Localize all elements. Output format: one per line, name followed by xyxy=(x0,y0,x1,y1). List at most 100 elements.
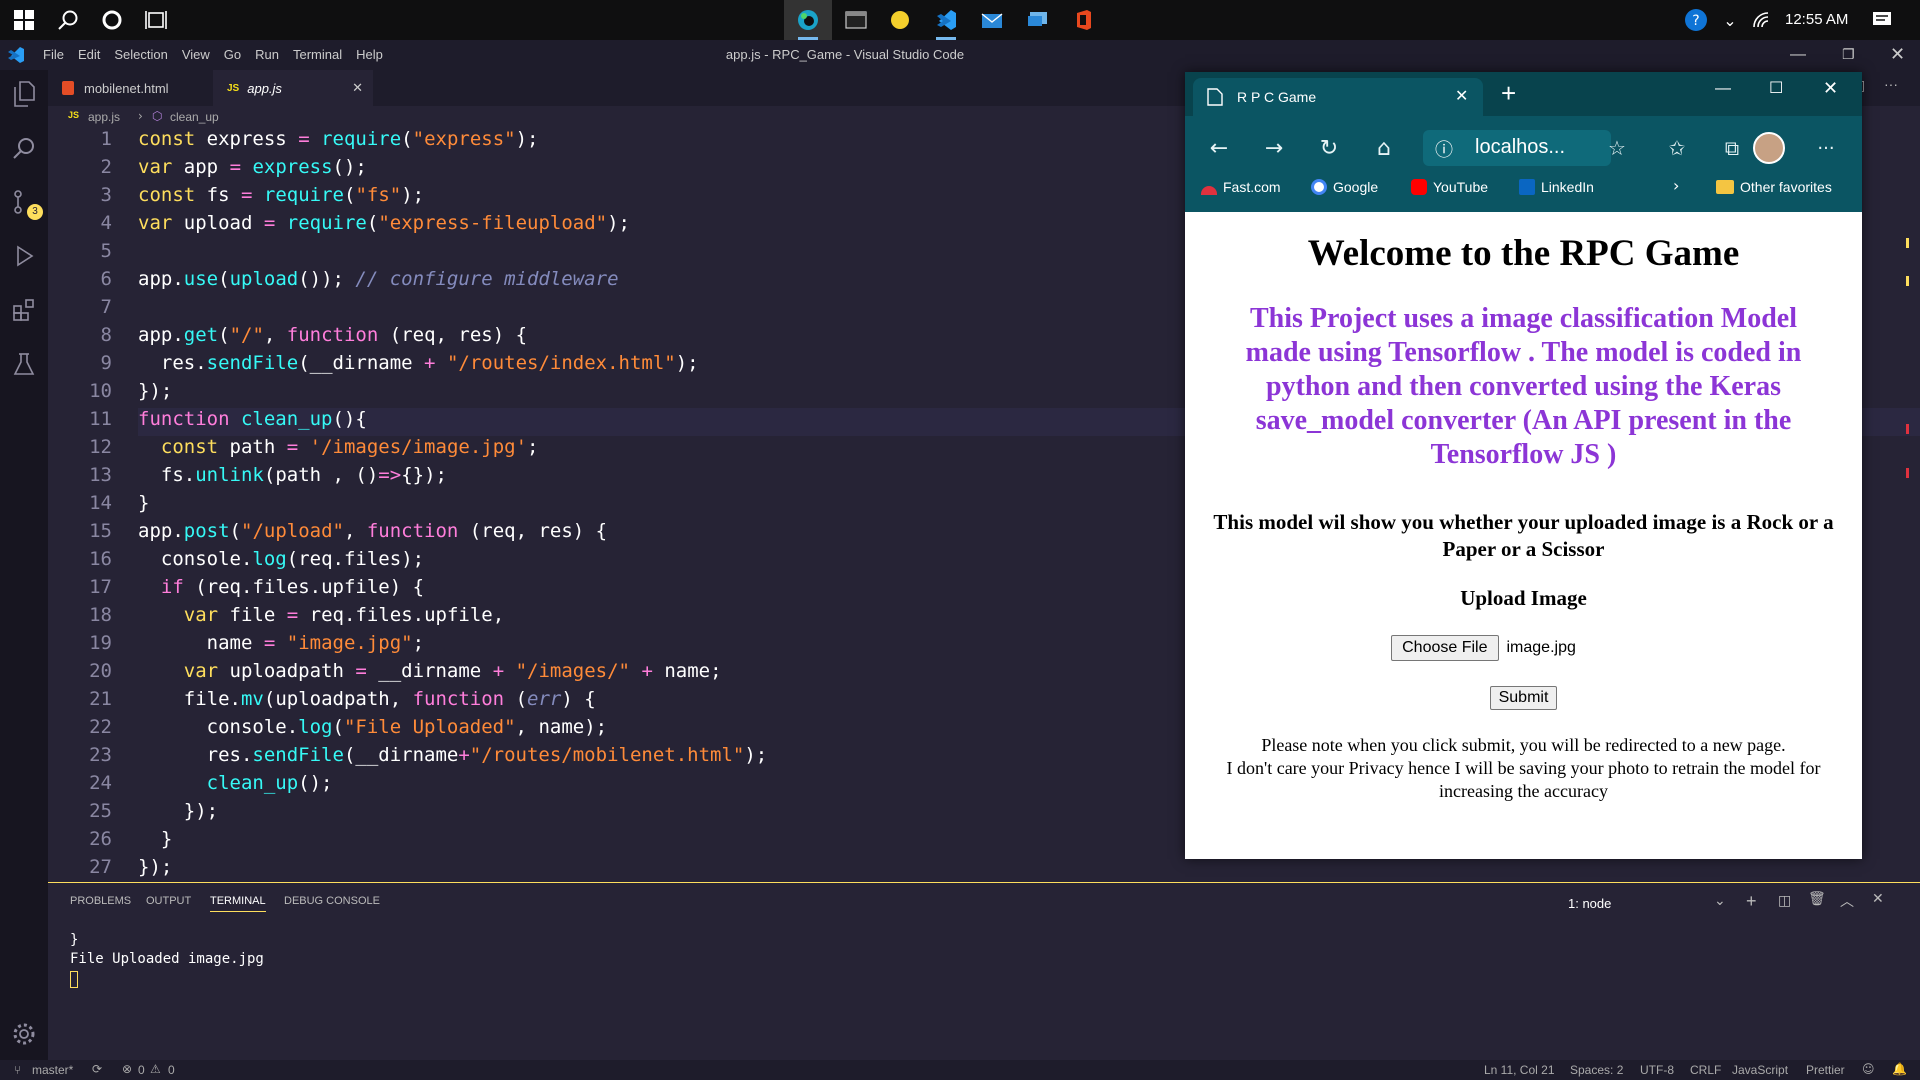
cortana-icon[interactable] xyxy=(88,0,136,40)
favorite-youtube[interactable]: YouTube xyxy=(1411,179,1488,195)
sync-icon[interactable]: ⟳ xyxy=(92,1062,102,1076)
settings-gear-icon[interactable] xyxy=(0,1010,48,1058)
code-line[interactable]: }); xyxy=(138,377,172,405)
code-line[interactable]: function clean_up(){ xyxy=(138,405,367,433)
testing-flask-icon[interactable] xyxy=(0,340,48,388)
favorite-fast-com[interactable]: Fast.com xyxy=(1201,179,1281,195)
search-icon[interactable] xyxy=(44,0,92,40)
submit-button[interactable]: Submit xyxy=(1489,686,1558,710)
code-line[interactable]: const express = require("express"); xyxy=(138,125,538,153)
code-line[interactable]: const path = '/images/image.jpg'; xyxy=(138,433,539,461)
code-line[interactable]: app.use(upload()); // configure middlewa… xyxy=(138,265,619,293)
indentation[interactable]: Spaces: 2 xyxy=(1570,1063,1623,1077)
extensions-icon[interactable] xyxy=(0,286,48,334)
branch-name[interactable]: master* xyxy=(32,1063,73,1077)
code-line[interactable]: app.get("/", function (req, res) { xyxy=(138,321,527,349)
split-terminal-icon[interactable]: ◫ xyxy=(1778,893,1791,909)
browser-close-button[interactable]: ✕ xyxy=(1823,78,1838,99)
source-control-icon[interactable]: 3 xyxy=(0,178,48,226)
windows-start-icon[interactable] xyxy=(0,0,48,40)
line-ending[interactable]: CRLF xyxy=(1690,1063,1721,1077)
encoding[interactable]: UTF-8 xyxy=(1640,1063,1674,1077)
favorite-linkedin[interactable]: LinkedIn xyxy=(1519,179,1594,195)
code-line[interactable]: console.log("File Uploaded", name); xyxy=(138,713,607,741)
chevron-down-icon[interactable]: ⌄ xyxy=(1714,893,1726,909)
new-terminal-icon[interactable]: + xyxy=(1746,891,1757,912)
maximize-panel-icon[interactable]: ︿ xyxy=(1840,891,1854,911)
remote-desktop-icon[interactable] xyxy=(1014,0,1062,40)
tab-debug-console[interactable]: DEBUG CONSOLE xyxy=(284,895,380,907)
trash-icon[interactable]: 🗑 xyxy=(1808,891,1826,907)
tab-output[interactable]: OUTPUT xyxy=(146,895,191,907)
browser-tab[interactable]: R P C Game ✕ xyxy=(1193,78,1483,116)
edge-browser-icon[interactable] xyxy=(784,0,832,40)
task-view-icon[interactable] xyxy=(132,0,180,40)
tab-mobilenet-html[interactable]: mobilenet.html xyxy=(48,70,213,106)
feedback-icon[interactable]: ☺ xyxy=(1862,1062,1875,1076)
run-debug-icon[interactable] xyxy=(0,232,48,280)
chevron-right-icon[interactable]: › xyxy=(1673,176,1679,195)
code-line[interactable]: }); xyxy=(138,797,218,825)
prettier-status[interactable]: Prettier xyxy=(1806,1063,1845,1077)
info-icon[interactable]: ⓘ xyxy=(1435,136,1453,162)
restore-button[interactable]: ❐ xyxy=(1842,40,1855,70)
breadcrumb-file[interactable]: app.js xyxy=(88,110,120,124)
profile-avatar[interactable] xyxy=(1753,132,1785,164)
mail-icon[interactable] xyxy=(968,0,1016,40)
other-favorites[interactable]: Other favorites xyxy=(1716,179,1832,195)
code-line[interactable]: } xyxy=(138,489,149,517)
code-line[interactable]: var upload = require("express-fileupload… xyxy=(138,209,630,237)
language-mode[interactable]: JavaScript xyxy=(1732,1063,1788,1077)
code-line[interactable]: res.sendFile(__dirname+"/routes/mobilene… xyxy=(138,741,768,769)
clock-time[interactable]: 12:55 AM xyxy=(1785,11,1848,28)
close-tab-icon[interactable]: ✕ xyxy=(1455,86,1468,105)
collections-icon[interactable]: ⧉ xyxy=(1712,128,1752,168)
favorite-google[interactable]: Google xyxy=(1311,179,1378,195)
minimize-button[interactable]: — xyxy=(1790,40,1806,70)
browser-maximize-button[interactable]: ☐ xyxy=(1769,78,1783,97)
home-icon[interactable]: ⌂ xyxy=(1364,128,1404,168)
close-tab-icon[interactable]: ✕ xyxy=(352,81,363,96)
choose-file-button[interactable]: Choose File xyxy=(1391,635,1499,661)
cursor-position[interactable]: Ln 11, Col 21 xyxy=(1484,1063,1555,1077)
code-line[interactable]: var uploadpath = __dirname + "/images/" … xyxy=(138,657,722,685)
tab-problems[interactable]: PROBLEMS xyxy=(70,895,131,907)
close-window-button[interactable]: ✕ xyxy=(1890,40,1905,70)
code-line[interactable]: app.post("/upload", function (req, res) … xyxy=(138,517,607,545)
terminal-app-icon[interactable] xyxy=(832,0,880,40)
code-line[interactable]: if (req.files.upfile) { xyxy=(138,573,424,601)
code-line[interactable]: console.log(req.files); xyxy=(138,545,424,573)
warning-count[interactable]: 0 xyxy=(168,1063,175,1077)
bell-icon[interactable]: 🔔 xyxy=(1892,1062,1907,1076)
new-tab-button[interactable]: + xyxy=(1501,78,1516,109)
wifi-icon[interactable] xyxy=(1738,0,1786,40)
browser-minimize-button[interactable]: — xyxy=(1715,80,1731,98)
code-line[interactable]: }); xyxy=(138,853,172,881)
breadcrumb-symbol[interactable]: clean_up xyxy=(170,110,219,124)
favorite-star-icon[interactable]: ☆ xyxy=(1597,128,1637,168)
more-menu-icon[interactable]: ··· xyxy=(1806,128,1846,168)
code-line[interactable]: res.sendFile(__dirname + "/routes/index.… xyxy=(138,349,699,377)
notifications-icon[interactable] xyxy=(1858,0,1906,40)
search-sidebar-icon[interactable] xyxy=(0,124,48,172)
error-count[interactable]: 0 xyxy=(138,1063,145,1077)
code-line[interactable]: var file = req.files.upfile, xyxy=(138,601,504,629)
office-icon[interactable] xyxy=(1060,0,1108,40)
sticky-app-icon[interactable] xyxy=(876,0,924,40)
code-line[interactable]: var app = express(); xyxy=(138,153,367,181)
vscode-icon[interactable] xyxy=(922,0,970,40)
back-arrow-icon[interactable]: ← xyxy=(1199,128,1239,168)
forward-arrow-icon[interactable]: → xyxy=(1254,128,1294,168)
address-bar[interactable]: ⓘ localhos... xyxy=(1423,130,1611,166)
terminal-select[interactable]: 1: node xyxy=(1568,896,1611,911)
code-line[interactable]: } xyxy=(138,825,172,853)
code-line[interactable]: fs.unlink(path , ()=>{}); xyxy=(138,461,447,489)
close-panel-icon[interactable]: ✕ xyxy=(1872,891,1884,907)
code-line[interactable]: const fs = require("fs"); xyxy=(138,181,424,209)
more-actions-icon[interactable]: ··· xyxy=(1884,76,1898,92)
tab-terminal[interactable]: TERMINAL xyxy=(210,895,266,912)
refresh-icon[interactable]: ↻ xyxy=(1309,128,1349,168)
terminal-output[interactable]: } File Uploaded image.jpg xyxy=(70,931,264,988)
code-line[interactable]: file.mv(uploadpath, function (err) { xyxy=(138,685,596,713)
favorites-list-icon[interactable]: ✩ xyxy=(1657,128,1697,168)
